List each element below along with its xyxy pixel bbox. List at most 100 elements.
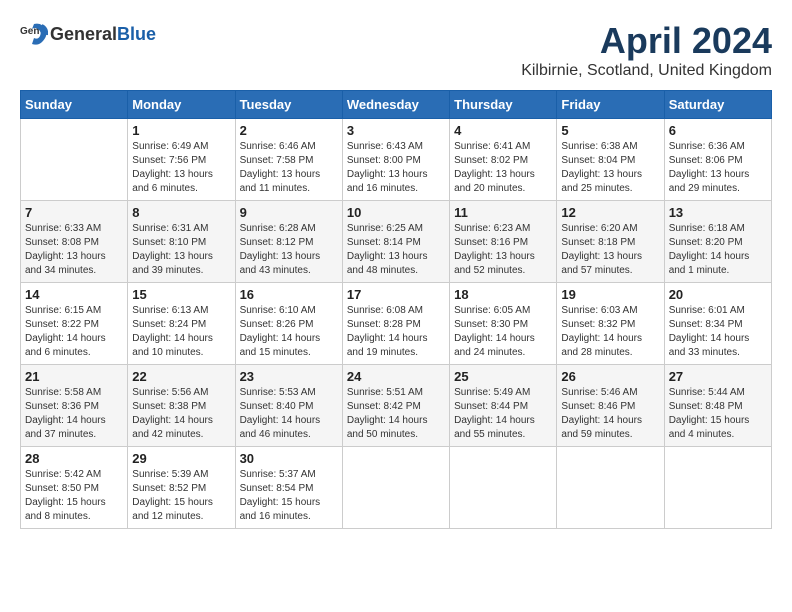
- day-info: Sunrise: 6:33 AM Sunset: 8:08 PM Dayligh…: [25, 222, 123, 278]
- day-number: 13: [669, 205, 767, 220]
- logo-icon: Gen: [20, 20, 48, 48]
- calendar-cell: 7 Sunrise: 6:33 AM Sunset: 8:08 PM Daylig…: [21, 201, 128, 283]
- day-number: 6: [669, 123, 767, 138]
- day-header-tuesday: Tuesday: [235, 91, 342, 119]
- calendar-week-row: 14 Sunrise: 6:15 AM Sunset: 8:22 PM Dayli…: [21, 283, 772, 365]
- day-number: 1: [132, 123, 230, 138]
- day-info: Sunrise: 5:37 AM Sunset: 8:54 PM Dayligh…: [240, 468, 338, 524]
- day-info: Sunrise: 6:18 AM Sunset: 8:20 PM Dayligh…: [669, 222, 767, 278]
- calendar-cell: 13 Sunrise: 6:18 AM Sunset: 8:20 PM Dayli…: [664, 201, 771, 283]
- day-number: 22: [132, 369, 230, 384]
- calendar-week-row: 21Sunrise: 5:58 AM Sunset: 8:36 PM Dayli…: [21, 365, 772, 447]
- calendar-cell: 9 Sunrise: 6:28 AM Sunset: 8:12 PM Daylig…: [235, 201, 342, 283]
- day-info: Sunrise: 6:46 AM Sunset: 7:58 PM Dayligh…: [240, 140, 338, 196]
- day-info: Sunrise: 6:23 AM Sunset: 8:16 PM Dayligh…: [454, 222, 552, 278]
- calendar-cell: 17 Sunrise: 6:08 AM Sunset: 8:28 PM Dayli…: [342, 283, 449, 365]
- day-info: Sunrise: 6:13 AM Sunset: 8:24 PM Dayligh…: [132, 304, 230, 360]
- day-info: Sunrise: 6:36 AM Sunset: 8:06 PM Dayligh…: [669, 140, 767, 196]
- day-header-monday: Monday: [128, 91, 235, 119]
- calendar-header-row: SundayMondayTuesdayWednesdayThursdayFrid…: [21, 91, 772, 119]
- day-info: Sunrise: 6:08 AM Sunset: 8:28 PM Dayligh…: [347, 304, 445, 360]
- calendar-cell: 27Sunrise: 5:44 AM Sunset: 8:48 PM Dayli…: [664, 365, 771, 447]
- logo-general: General: [50, 24, 117, 44]
- day-info: Sunrise: 5:56 AM Sunset: 8:38 PM Dayligh…: [132, 386, 230, 442]
- calendar-week-row: 28Sunrise: 5:42 AM Sunset: 8:50 PM Dayli…: [21, 447, 772, 529]
- day-number: 15: [132, 287, 230, 302]
- calendar-cell: [342, 447, 449, 529]
- calendar-cell: 16 Sunrise: 6:10 AM Sunset: 8:26 PM Dayli…: [235, 283, 342, 365]
- calendar-cell: 2 Sunrise: 6:46 AM Sunset: 7:58 PM Daylig…: [235, 119, 342, 201]
- page-header: Gen GeneralBlue April 2024 Kilbirnie, Sc…: [20, 20, 772, 80]
- day-info: Sunrise: 5:42 AM Sunset: 8:50 PM Dayligh…: [25, 468, 123, 524]
- calendar-table: SundayMondayTuesdayWednesdayThursdayFrid…: [20, 90, 772, 529]
- day-info: Sunrise: 5:44 AM Sunset: 8:48 PM Dayligh…: [669, 386, 767, 442]
- day-info: Sunrise: 6:38 AM Sunset: 8:04 PM Dayligh…: [561, 140, 659, 196]
- day-info: Sunrise: 6:43 AM Sunset: 8:00 PM Dayligh…: [347, 140, 445, 196]
- day-number: 2: [240, 123, 338, 138]
- calendar-cell: 1 Sunrise: 6:49 AM Sunset: 7:56 PM Daylig…: [128, 119, 235, 201]
- day-header-wednesday: Wednesday: [342, 91, 449, 119]
- calendar-cell: 30 Sunrise: 5:37 AM Sunset: 8:54 PM Dayli…: [235, 447, 342, 529]
- day-number: 3: [347, 123, 445, 138]
- calendar-cell: 4Sunrise: 6:41 AM Sunset: 8:02 PM Daylig…: [450, 119, 557, 201]
- day-number: 19: [561, 287, 659, 302]
- day-info: Sunrise: 6:31 AM Sunset: 8:10 PM Dayligh…: [132, 222, 230, 278]
- calendar-cell: 23 Sunrise: 5:53 AM Sunset: 8:40 PM Dayli…: [235, 365, 342, 447]
- day-number: 30: [240, 451, 338, 466]
- day-info: Sunrise: 6:03 AM Sunset: 8:32 PM Dayligh…: [561, 304, 659, 360]
- calendar-cell: 5Sunrise: 6:38 AM Sunset: 8:04 PM Daylig…: [557, 119, 664, 201]
- day-number: 12: [561, 205, 659, 220]
- day-info: Sunrise: 6:41 AM Sunset: 8:02 PM Dayligh…: [454, 140, 552, 196]
- location-title: Kilbirnie, Scotland, United Kingdom: [521, 62, 772, 80]
- day-number: 18: [454, 287, 552, 302]
- day-info: Sunrise: 5:39 AM Sunset: 8:52 PM Dayligh…: [132, 468, 230, 524]
- day-info: Sunrise: 6:05 AM Sunset: 8:30 PM Dayligh…: [454, 304, 552, 360]
- title-block: April 2024 Kilbirnie, Scotland, United K…: [521, 20, 772, 80]
- calendar-cell: 12Sunrise: 6:20 AM Sunset: 8:18 PM Dayli…: [557, 201, 664, 283]
- calendar-week-row: 7 Sunrise: 6:33 AM Sunset: 8:08 PM Daylig…: [21, 201, 772, 283]
- calendar-cell: 26 Sunrise: 5:46 AM Sunset: 8:46 PM Dayli…: [557, 365, 664, 447]
- calendar-cell: [450, 447, 557, 529]
- calendar-cell: 19 Sunrise: 6:03 AM Sunset: 8:32 PM Dayli…: [557, 283, 664, 365]
- day-number: 26: [561, 369, 659, 384]
- calendar-cell: [21, 119, 128, 201]
- day-info: Sunrise: 6:15 AM Sunset: 8:22 PM Dayligh…: [25, 304, 123, 360]
- day-header-sunday: Sunday: [21, 91, 128, 119]
- calendar-cell: 22 Sunrise: 5:56 AM Sunset: 8:38 PM Dayli…: [128, 365, 235, 447]
- day-info: Sunrise: 6:01 AM Sunset: 8:34 PM Dayligh…: [669, 304, 767, 360]
- day-number: 8: [132, 205, 230, 220]
- calendar-week-row: 1 Sunrise: 6:49 AM Sunset: 7:56 PM Daylig…: [21, 119, 772, 201]
- calendar-cell: 21Sunrise: 5:58 AM Sunset: 8:36 PM Dayli…: [21, 365, 128, 447]
- day-info: Sunrise: 5:53 AM Sunset: 8:40 PM Dayligh…: [240, 386, 338, 442]
- day-info: Sunrise: 6:10 AM Sunset: 8:26 PM Dayligh…: [240, 304, 338, 360]
- day-number: 14: [25, 287, 123, 302]
- day-number: 16: [240, 287, 338, 302]
- logo-text: GeneralBlue: [50, 24, 156, 45]
- day-number: 7: [25, 205, 123, 220]
- day-number: 11: [454, 205, 552, 220]
- day-info: Sunrise: 5:46 AM Sunset: 8:46 PM Dayligh…: [561, 386, 659, 442]
- calendar-cell: [557, 447, 664, 529]
- calendar-cell: 10Sunrise: 6:25 AM Sunset: 8:14 PM Dayli…: [342, 201, 449, 283]
- calendar-cell: 20Sunrise: 6:01 AM Sunset: 8:34 PM Dayli…: [664, 283, 771, 365]
- calendar-cell: 18 Sunrise: 6:05 AM Sunset: 8:30 PM Dayli…: [450, 283, 557, 365]
- day-number: 25: [454, 369, 552, 384]
- calendar-cell: 15 Sunrise: 6:13 AM Sunset: 8:24 PM Dayli…: [128, 283, 235, 365]
- calendar-cell: 29 Sunrise: 5:39 AM Sunset: 8:52 PM Dayli…: [128, 447, 235, 529]
- calendar-cell: 14 Sunrise: 6:15 AM Sunset: 8:22 PM Dayli…: [21, 283, 128, 365]
- day-number: 29: [132, 451, 230, 466]
- calendar-cell: 24Sunrise: 5:51 AM Sunset: 8:42 PM Dayli…: [342, 365, 449, 447]
- day-number: 9: [240, 205, 338, 220]
- day-info: Sunrise: 5:58 AM Sunset: 8:36 PM Dayligh…: [25, 386, 123, 442]
- day-info: Sunrise: 5:49 AM Sunset: 8:44 PM Dayligh…: [454, 386, 552, 442]
- day-header-friday: Friday: [557, 91, 664, 119]
- calendar-cell: 25 Sunrise: 5:49 AM Sunset: 8:44 PM Dayli…: [450, 365, 557, 447]
- day-number: 17: [347, 287, 445, 302]
- day-info: Sunrise: 6:49 AM Sunset: 7:56 PM Dayligh…: [132, 140, 230, 196]
- day-number: 10: [347, 205, 445, 220]
- calendar-cell: 11 Sunrise: 6:23 AM Sunset: 8:16 PM Dayli…: [450, 201, 557, 283]
- day-info: Sunrise: 6:28 AM Sunset: 8:12 PM Dayligh…: [240, 222, 338, 278]
- calendar-cell: 6 Sunrise: 6:36 AM Sunset: 8:06 PM Daylig…: [664, 119, 771, 201]
- day-number: 23: [240, 369, 338, 384]
- month-title: April 2024: [521, 20, 772, 62]
